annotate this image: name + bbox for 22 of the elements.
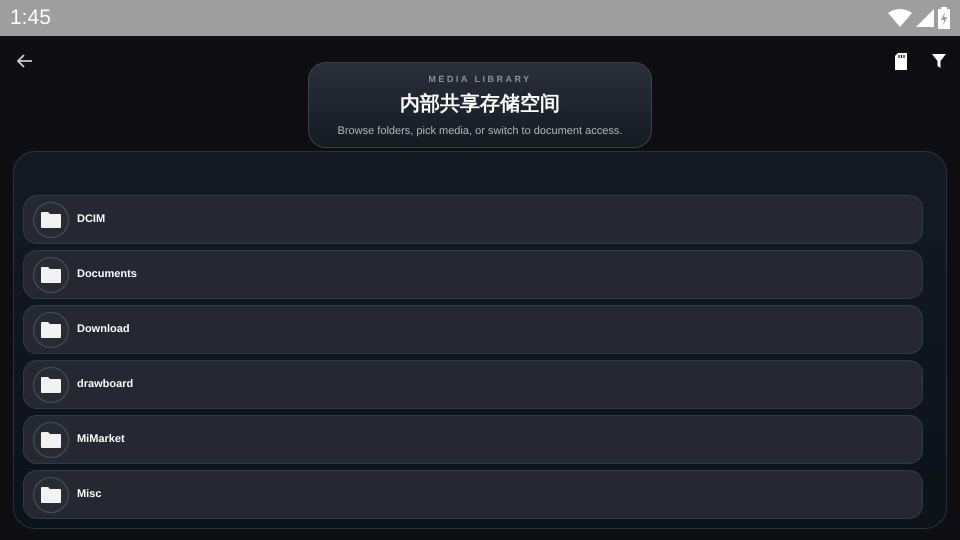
wifi-icon <box>888 9 912 27</box>
folder-row[interactable]: Download <box>23 305 923 354</box>
folder-row[interactable]: drawboard <box>23 360 923 409</box>
folder-icon <box>41 322 61 338</box>
battery-icon <box>938 7 950 29</box>
filter-button[interactable] <box>932 54 946 68</box>
folder-icon <box>41 266 61 282</box>
folder-row[interactable]: DCIM <box>23 195 923 244</box>
folder-icon <box>41 486 61 502</box>
storage-title: 内部共享存储空间 <box>399 92 561 116</box>
folder-icon <box>41 432 61 448</box>
folder-row[interactable]: Misc <box>23 470 923 519</box>
folder-icon <box>41 376 61 392</box>
folder-row[interactable]: Documents <box>23 250 923 299</box>
eyebrow-label: MEDIA LIBRARY <box>427 73 533 86</box>
header-subtitle: Browse folders, pick media, or switch to document access. <box>336 124 624 138</box>
folder-row[interactable]: MiMarket <box>23 415 923 464</box>
status-time: 1:45 <box>10 5 51 32</box>
sd-card-button[interactable] <box>894 52 908 70</box>
folder-icon <box>41 212 61 228</box>
back-button[interactable] <box>16 52 34 70</box>
signal-icon <box>916 9 934 27</box>
